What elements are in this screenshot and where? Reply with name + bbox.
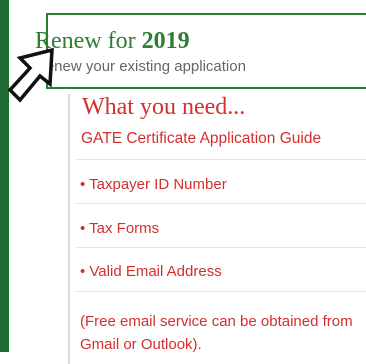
email-note: (Free email service can be obtained from… <box>80 313 353 353</box>
requirement-taxpayer-id: • Taxpayer ID Number <box>80 176 227 193</box>
divider <box>76 203 366 204</box>
application-guide-link[interactable]: GATE Certificate Application Guide <box>81 130 321 148</box>
requirements-heading: What you need... <box>82 94 246 120</box>
pointer-arrow-icon <box>7 47 54 103</box>
divider <box>76 291 366 292</box>
divider <box>76 247 366 248</box>
renew-year: 2019 <box>141 28 190 54</box>
requirement-email: • Valid Email Address <box>80 263 222 280</box>
requirement-tax-forms: • Tax Forms <box>80 220 160 237</box>
divider <box>76 159 366 160</box>
